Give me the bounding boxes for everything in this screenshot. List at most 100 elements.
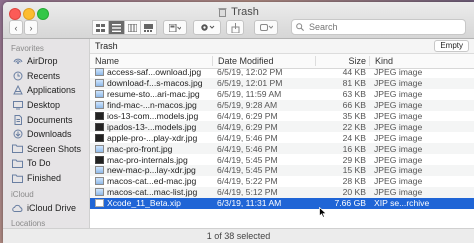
- sidebar-item-label: To Do: [27, 158, 51, 169]
- file-name-wrap: resume-sto...ari-mac.jpg: [95, 89, 212, 99]
- search-field[interactable]: [291, 19, 466, 35]
- column-view-button[interactable]: [124, 20, 141, 35]
- favorites-header: Favorites: [11, 44, 44, 53]
- forward-button[interactable]: ›: [24, 20, 38, 35]
- file-name-cell: resume-sto...ari-mac.jpg: [90, 89, 212, 99]
- file-name: apple-pro-...play-xdr.jpg: [107, 132, 198, 143]
- folder-icon: [12, 158, 23, 168]
- file-kind: JPEG image: [374, 187, 423, 198]
- locations-header: Locations: [11, 218, 46, 228]
- image-file-icon: [95, 133, 104, 142]
- file-date: 6/4/19, 5:46 PM: [217, 143, 278, 154]
- group-grid-icon: [169, 23, 181, 32]
- file-kind: JPEG image: [374, 111, 423, 121]
- sidebar-item-documents[interactable]: Documents: [3, 112, 89, 127]
- file-date: 6/4/19, 6:29 PM: [217, 121, 278, 132]
- icloud-header: iCloud: [11, 190, 34, 200]
- file-name-wrap: find-mac-...n-macos.jpg: [95, 100, 212, 110]
- file-row[interactable]: mac-pro-front.jpg 6/4/19, 5:46 PM 16 KB JPE…: [90, 143, 474, 155]
- column-header-name[interactable]: Name: [90, 56, 212, 66]
- file-name-wrap: ios-13-com...models.jpg: [95, 111, 212, 121]
- sidebar-item-label: AirDrop: [27, 56, 58, 67]
- column-header-date-modified[interactable]: Date Modified: [212, 56, 315, 66]
- file-name-cell: macos-cat...ed-mac.jpg: [90, 176, 212, 186]
- file-size: 28 KB: [342, 176, 366, 187]
- file-size: 81 KB: [342, 78, 366, 89]
- group-by-button[interactable]: [163, 20, 187, 35]
- sidebar-item-recents[interactable]: Recents: [3, 69, 89, 84]
- sidebar-item-applications[interactable]: Applications: [3, 83, 89, 98]
- file-name-cell: ios-13-com...models.jpg: [90, 111, 212, 121]
- file-name-cell: download-f...s-macos.jpg: [90, 78, 212, 88]
- image-file-icon: [95, 90, 104, 99]
- list-view-button[interactable]: [108, 20, 125, 35]
- file-size: 22 KB: [342, 121, 366, 132]
- image-file-icon: [95, 188, 104, 197]
- file-name-cell: Xcode_11_Beta.xip: [90, 198, 212, 208]
- file-row[interactable]: mac-pro-internals.jpg 6/4/19, 5:45 PM 29 K…: [90, 154, 474, 165]
- gallery-view-icon: [144, 23, 153, 32]
- file-name-wrap: apple-pro-...play-xdr.jpg: [95, 133, 212, 143]
- file-row[interactable]: new-mac-p...lay-xdr.jpg 6/4/19, 5:45 PM 15…: [90, 165, 474, 176]
- icon-view-button[interactable]: [92, 20, 109, 35]
- file-row[interactable]: ios-13-com...models.jpg 6/4/19, 6:29 PM 35…: [90, 111, 474, 122]
- tags-button[interactable]: [254, 20, 278, 35]
- file-name-wrap: macos-cat...ed-mac.jpg: [95, 176, 212, 186]
- file-date: 6/5/19, 11:59 AM: [217, 89, 282, 100]
- sidebar-item-icloud-drive[interactable]: iCloud Drive: [3, 200, 89, 215]
- file-row[interactable]: macos-cat...mac-list.jpg 6/4/19, 5:12 PM 2…: [90, 186, 474, 198]
- file-row[interactable]: apple-pro-...play-xdr.jpg 6/4/19, 5:46 PM…: [90, 132, 474, 143]
- file-name: download-f...s-macos.jpg: [107, 78, 203, 89]
- file-date: 6/4/19, 6:29 PM: [217, 111, 278, 121]
- file-row[interactable]: ipados-13-...models.jpg 6/4/19, 6:29 PM 22…: [90, 121, 474, 133]
- back-button[interactable]: ‹: [9, 20, 23, 35]
- file-name: resume-sto...ari-mac.jpg: [107, 89, 200, 100]
- file-kind: JPEG image: [374, 78, 423, 89]
- sidebar-item-label: Documents: [27, 114, 73, 125]
- file-list: access-saf...ownload.jpg 6/5/19, 12:02 PM…: [90, 67, 474, 209]
- file-date: 6/4/19, 5:45 PM: [217, 165, 278, 176]
- columns-view-icon: [128, 23, 137, 32]
- file-row[interactable]: download-f...s-macos.jpg 6/5/19, 12:01 PM…: [90, 77, 474, 89]
- folder-icon: [12, 144, 23, 154]
- sidebar-item-airdrop[interactable]: AirDrop: [3, 54, 89, 69]
- toolbar: Trash ‹ ›: [3, 2, 474, 39]
- file-row[interactable]: find-mac-...n-macos.jpg 6/5/19, 9:28 AM 66…: [90, 99, 474, 111]
- sidebar-item-screen-shots[interactable]: Screen Shots: [3, 142, 89, 157]
- window-title-bar: Trash: [3, 6, 474, 20]
- sidebar-item-to-do[interactable]: To Do: [3, 156, 89, 171]
- trash-icon: [218, 8, 227, 17]
- file-name-cell: macos-cat...mac-list.jpg: [90, 187, 212, 197]
- file-name-cell: apple-pro-...play-xdr.jpg: [90, 133, 212, 143]
- column-header-size[interactable]: Size: [315, 56, 369, 66]
- file-size: 24 KB: [342, 132, 366, 143]
- file-name-cell: mac-pro-internals.jpg: [90, 155, 212, 165]
- search-input[interactable]: [307, 21, 461, 33]
- image-file-icon: [95, 177, 104, 186]
- empty-trash-button[interactable]: Empty: [434, 40, 469, 52]
- file-name-cell: mac-pro-front.jpg: [90, 144, 212, 154]
- share-button[interactable]: [226, 20, 244, 35]
- file-name: ipados-13-...models.jpg: [107, 121, 197, 132]
- sidebar-item-desktop[interactable]: Desktop: [3, 98, 89, 113]
- file-row[interactable]: access-saf...ownload.jpg 6/5/19, 12:02 PM…: [90, 67, 474, 78]
- file-date: 6/4/19, 5:22 PM: [217, 176, 278, 187]
- column-header-kind[interactable]: Kind: [369, 56, 474, 66]
- file-row[interactable]: resume-sto...ari-mac.jpg 6/5/19, 11:59 AM…: [90, 89, 474, 100]
- file-row[interactable]: Xcode_11_Beta.xip 6/3/19, 11:31 AM 7.66 GB…: [90, 197, 474, 209]
- file-name: macos-cat...mac-list.jpg: [107, 187, 198, 198]
- gallery-view-button[interactable]: [140, 20, 157, 35]
- action-menu-button[interactable]: [193, 20, 221, 35]
- file-name: mac-pro-internals.jpg: [107, 154, 188, 165]
- file-row[interactable]: macos-cat...ed-mac.jpg 6/4/19, 5:22 PM 28 …: [90, 176, 474, 187]
- downloads-icon: [12, 129, 23, 139]
- clock-icon: [12, 71, 23, 81]
- sidebar-item-downloads[interactable]: Downloads: [3, 127, 89, 142]
- file-name-cell: find-mac-...n-macos.jpg: [90, 100, 212, 110]
- grid-view-icon: [96, 23, 105, 32]
- sidebar-item-finished[interactable]: Finished: [3, 171, 89, 186]
- file-name: access-saf...ownload.jpg: [107, 67, 202, 78]
- gear-icon: [200, 24, 214, 31]
- file-kind: JPEG image: [374, 132, 423, 143]
- file-date: 6/4/19, 5:12 PM: [217, 187, 278, 198]
